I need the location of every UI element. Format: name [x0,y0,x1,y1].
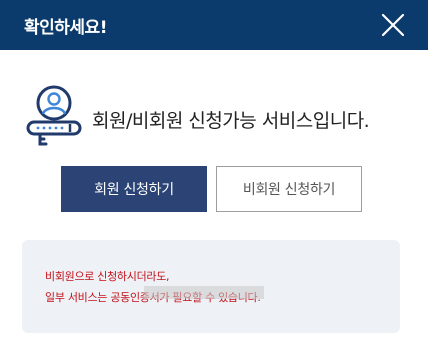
dialog-header: 확인하세요! [0,0,428,50]
person-id-card-icon [26,85,82,146]
close-icon [381,13,405,37]
service-info: 회원/비회원 신청가능 서비스입니다. [22,84,412,150]
dialog-title: 확인하세요! [24,18,107,38]
notice-line-1: 비회원으로 신청하시더라도, [45,270,170,283]
watermark-overlay [144,286,264,299]
service-info-text: 회원/비회원 신청가능 서비스입니다. [92,110,370,132]
close-button[interactable] [376,8,410,42]
non-member-apply-button[interactable]: 비회원 신청하기 [216,166,362,212]
member-apply-button[interactable]: 회원 신청하기 [61,166,207,212]
